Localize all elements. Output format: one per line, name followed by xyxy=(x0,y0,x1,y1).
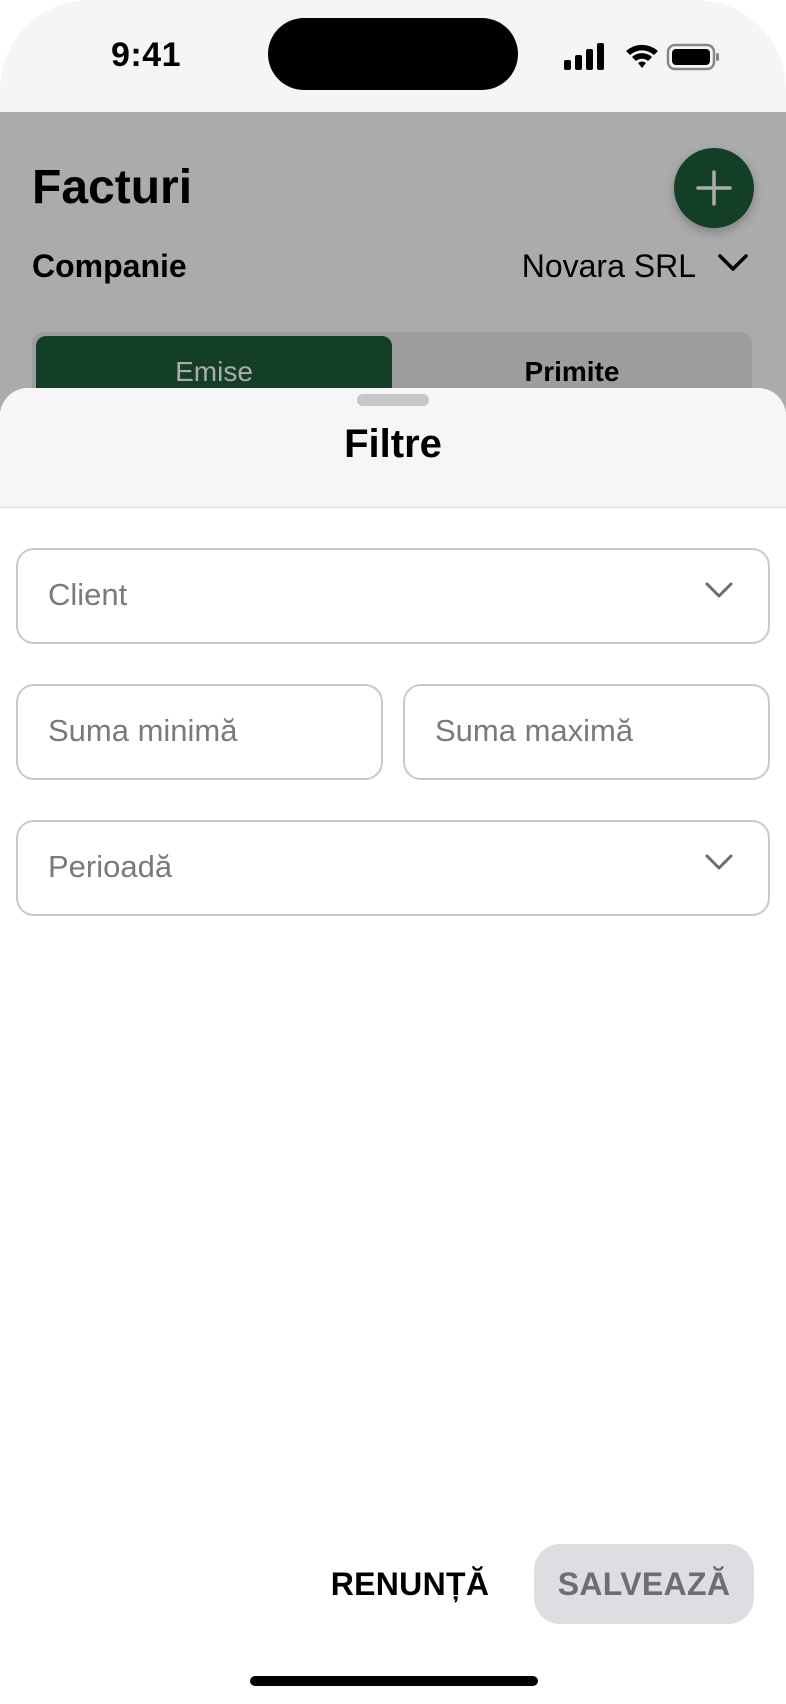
sheet-title: Filtre xyxy=(344,422,442,466)
chevron-down-icon xyxy=(705,854,733,870)
status-bar: 9:41 xyxy=(0,0,786,112)
min-amount-field[interactable]: Suma minimă xyxy=(16,684,383,780)
status-time: 9:41 xyxy=(110,36,182,74)
filters-sheet: Filtre Client Suma minimă Suma maximă Pe… xyxy=(0,388,786,1704)
chevron-down-icon xyxy=(705,582,733,598)
wifi-icon xyxy=(626,44,658,68)
status-icons xyxy=(564,43,719,71)
sheet-header: Filtre xyxy=(0,388,786,508)
save-button[interactable]: SALVEAZĂ xyxy=(534,1544,754,1624)
home-indicator xyxy=(250,1676,538,1686)
cancel-button[interactable]: RENUNȚĂ xyxy=(320,1544,500,1624)
period-placeholder: Perioadă xyxy=(48,849,173,884)
min-amount-placeholder: Suma minimă xyxy=(48,713,238,748)
dynamic-island xyxy=(268,18,518,90)
period-select[interactable]: Perioadă xyxy=(16,820,770,916)
phone-screen: 9:41 Facturi Companie Novara SRL Emise P… xyxy=(0,0,786,1704)
battery-icon xyxy=(666,43,719,71)
cellular-signal-icon xyxy=(564,43,604,70)
modal-scrim[interactable] xyxy=(0,112,786,412)
client-placeholder: Client xyxy=(48,577,128,612)
client-select[interactable]: Client xyxy=(16,548,770,644)
max-amount-placeholder: Suma maximă xyxy=(435,713,634,748)
sheet-grabber[interactable] xyxy=(357,394,429,406)
max-amount-field[interactable]: Suma maximă xyxy=(403,684,770,780)
